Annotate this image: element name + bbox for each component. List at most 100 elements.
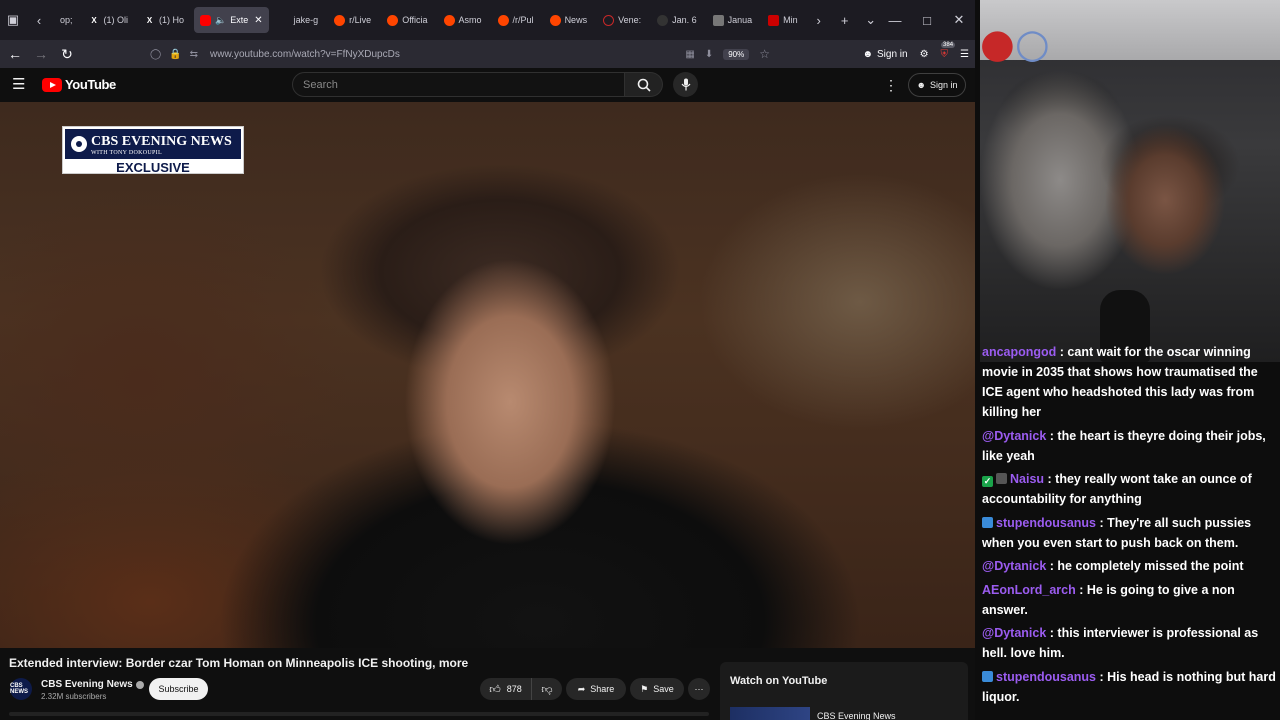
tab-overview-icon[interactable]: ▣ xyxy=(0,7,26,33)
chat-username: @Dytanick xyxy=(982,428,1047,443)
tracking-protection-icon[interactable]: ◯ xyxy=(150,49,161,60)
tab-12[interactable]: Janua xyxy=(707,7,759,33)
tab-9-label: News xyxy=(564,15,588,25)
tab-8[interactable]: /r/Pul xyxy=(492,7,540,33)
verified-badge-icon xyxy=(135,680,144,689)
reddit-icon xyxy=(387,14,399,26)
account-button[interactable]: ☻ Sign in xyxy=(862,49,907,60)
address-bar-actions: ▦ ⬇ 90% ☆ xyxy=(685,42,770,66)
navigation-toolbar: ← → ↻ ◯ 🔒 ⇆ www.youtube.com/watch?v=FfNy… xyxy=(0,40,975,68)
share-label: Share xyxy=(590,684,615,694)
reddit-icon xyxy=(497,14,509,26)
like-dislike-group: 👍︎ 878 👎︎ xyxy=(480,678,562,700)
globe-icon xyxy=(603,14,615,26)
tab-10-label: Vene: xyxy=(618,15,642,25)
youtube-signin-button[interactable]: ☻ Sign in xyxy=(908,73,966,97)
tab-2[interactable]: X (1) Ho xyxy=(138,7,190,33)
tab-10[interactable]: Vene: xyxy=(597,7,647,33)
account-signin-label: Sign in xyxy=(876,48,908,60)
emote-badge-icon xyxy=(996,473,1007,484)
microphone-icon xyxy=(681,78,690,91)
youtube-favicon-icon xyxy=(200,14,212,26)
account-icon: ☻ xyxy=(862,48,873,60)
more-actions-button[interactable]: ⋯ xyxy=(688,678,710,700)
bookmark-star-icon[interactable]: ☆ xyxy=(759,47,770,61)
tab-6[interactable]: Officia xyxy=(381,7,433,33)
tab-0[interactable]: op; xyxy=(54,7,79,33)
bookmark-icon: ⚑ xyxy=(640,683,649,694)
channel-name[interactable]: CBS Evening News xyxy=(41,679,144,690)
toolbar-right: ☻ Sign in ⚙ ⛨ 384 ☰ xyxy=(862,40,969,68)
close-window-icon[interactable]: ✕ xyxy=(943,12,975,28)
watch-on-youtube-panel[interactable]: Watch on YouTube CBS Evening News xyxy=(720,662,968,720)
settings-more-icon[interactable]: ⋮ xyxy=(884,77,898,94)
speaker-icon[interactable]: 🔈 xyxy=(215,15,226,26)
maximize-icon[interactable]: □ xyxy=(911,13,943,28)
lock-icon[interactable]: 🔒 xyxy=(169,49,181,60)
permissions-icon[interactable]: ⇆ xyxy=(190,49,198,60)
youtube-header: ☰ YouTube Search ⋮ ☻ Sign in xyxy=(0,68,975,102)
ublock-extension-icon[interactable]: ⛨ 384 xyxy=(941,41,956,60)
tab-4[interactable]: jake-g xyxy=(273,7,325,33)
subscribe-button[interactable]: Subscribe xyxy=(149,678,208,700)
forward-icon[interactable]: → xyxy=(28,42,54,66)
back-icon[interactable]: ← xyxy=(2,42,28,66)
subscriber-count: 2.32M subscribers xyxy=(41,692,107,701)
chat-message: AEonLord_arch : He is going to give a no… xyxy=(982,582,1235,617)
cbs-exclusive-bug: CBS EVENING NEWS WITH TONY DOKOUPIL EXCL… xyxy=(62,126,244,174)
channel-avatar[interactable]: CBS NEWS xyxy=(10,678,32,700)
tab-5[interactable]: r/Live xyxy=(328,7,377,33)
description-box-edge[interactable] xyxy=(9,712,709,716)
reddit-icon xyxy=(334,14,346,26)
tab-12-label: Janua xyxy=(727,15,753,25)
address-bar[interactable]: ◯ 🔒 ⇆ www.youtube.com/watch?v=FfNyXDupcD… xyxy=(150,42,770,66)
picture-in-picture-icon[interactable]: ▦ xyxy=(685,49,694,60)
stream-overlay: ●○ ancapongod : cant wait for the oscar … xyxy=(975,0,1280,720)
guide-menu-icon[interactable]: ☰ xyxy=(12,77,28,93)
chat-message: stupendousanus : They're all such pussie… xyxy=(982,515,1252,550)
video-player[interactable]: CBS EVENING NEWS WITH TONY DOKOUPIL EXCL… xyxy=(0,102,975,648)
zoom-level[interactable]: 90% xyxy=(723,48,750,60)
new-tab-icon[interactable]: + xyxy=(832,7,858,33)
minimize-icon[interactable]: — xyxy=(879,13,911,28)
tab-3-active[interactable]: 🔈 Exte ✕ xyxy=(194,7,269,33)
search-button[interactable] xyxy=(625,72,663,97)
youtube-logo[interactable]: YouTube xyxy=(42,77,116,92)
youtube-signin-label: Sign in xyxy=(929,80,958,90)
cbs-brand-text: CBS EVENING NEWS xyxy=(91,134,232,149)
youtube-logo-text: YouTube xyxy=(65,77,116,92)
search-icon xyxy=(637,78,651,92)
extensions-icon[interactable]: ⚙ xyxy=(920,49,929,60)
search-input[interactable]: Search xyxy=(292,72,625,97)
tab-6-label: Officia xyxy=(402,15,428,25)
related-video-thumbnail[interactable] xyxy=(730,707,810,720)
scroll-tabs-right-icon[interactable]: › xyxy=(806,7,832,33)
save-button[interactable]: ⚑ Save xyxy=(630,678,684,700)
chat-message: @Dytanick : the heart is theyre doing th… xyxy=(982,428,1266,463)
chat-username: @Dytanick xyxy=(982,559,1047,573)
tab-7[interactable]: Asmo xyxy=(438,7,488,33)
tab-11[interactable]: Jan. 6 xyxy=(651,7,703,33)
tab-11-label: Jan. 6 xyxy=(672,15,697,25)
watch-panel-title: Watch on YouTube xyxy=(730,675,828,687)
dislike-button[interactable]: 👎︎ xyxy=(532,678,562,700)
window-controls: — □ ✕ xyxy=(879,0,975,40)
tab-13[interactable]: Min xyxy=(762,7,804,33)
share-button[interactable]: ➦ Share xyxy=(566,678,626,700)
close-tab-icon[interactable]: ✕ xyxy=(254,15,262,26)
app-menu-icon[interactable]: ☰ xyxy=(960,49,969,60)
tab-1[interactable]: X (1) Oli xyxy=(83,7,135,33)
url-text[interactable]: www.youtube.com/watch?v=FfNyXDupcDs xyxy=(210,49,400,60)
chat-text: he completely missed the point xyxy=(1057,559,1244,573)
cbs-logo-bar: CBS EVENING NEWS WITH TONY DOKOUPIL xyxy=(65,129,241,159)
tab-13-label: Min xyxy=(783,15,798,25)
scroll-tabs-left-icon[interactable]: ‹ xyxy=(26,7,52,33)
channel-name-text: CBS Evening News xyxy=(41,679,133,690)
tab-9[interactable]: News xyxy=(544,7,594,33)
save-to-pocket-icon[interactable]: ⬇ xyxy=(705,49,713,60)
like-button[interactable]: 👍︎ 878 xyxy=(480,678,532,700)
reload-icon[interactable]: ↻ xyxy=(54,42,80,66)
reddit-icon xyxy=(549,14,561,26)
tab-0-label: op; xyxy=(60,15,73,25)
voice-search-button[interactable] xyxy=(673,72,698,97)
